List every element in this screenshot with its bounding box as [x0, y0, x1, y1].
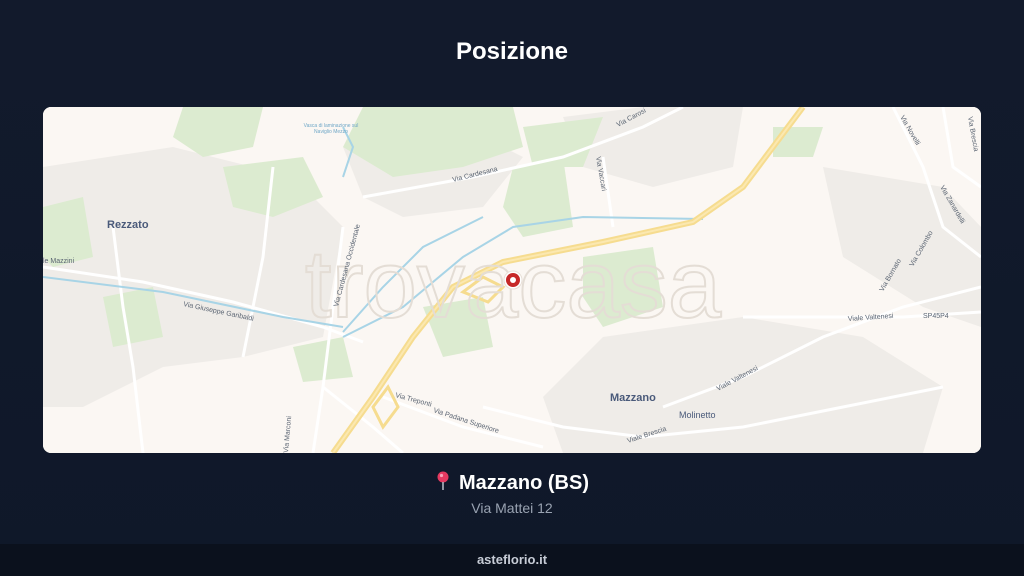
- location-address: Via Mattei 12: [471, 500, 553, 516]
- location-name: Mazzano (BS): [459, 472, 589, 494]
- map[interactable]: trovacasa Rezzato Mazzano Molinetto le M…: [43, 107, 981, 453]
- poi-label: Vasca di laminazione sul Naviglio Mezzo: [303, 123, 359, 135]
- page-title: Posizione: [455, 38, 569, 65]
- road-label: le Mazzini: [43, 258, 75, 265]
- pushpin-icon: [435, 471, 451, 497]
- footer: asteflorio.it: [0, 544, 1024, 576]
- place-label: Mazzano: [610, 392, 656, 404]
- map-canvas[interactable]: trovacasa Rezzato Mazzano Molinetto le M…: [43, 107, 981, 453]
- location-marker-icon[interactable]: [503, 270, 523, 290]
- footer-site[interactable]: asteflorio.it: [477, 552, 547, 567]
- road-label: SP45P4: [923, 313, 949, 320]
- place-label: Molinetto: [679, 410, 716, 420]
- place-label: Rezzato: [107, 219, 149, 231]
- location-title: Mazzano (BS): [0, 471, 1024, 497]
